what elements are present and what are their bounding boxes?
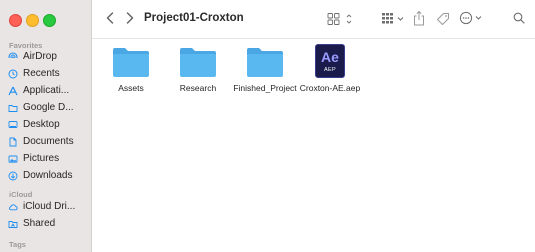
sidebar-section-icloud: iCloud	[9, 190, 33, 199]
document-icon	[8, 137, 18, 147]
view-mode-button[interactable]	[327, 11, 355, 27]
share-icon	[414, 10, 424, 26]
zoom-window-button[interactable]	[43, 14, 56, 27]
share-button[interactable]	[412, 9, 426, 27]
minimize-window-button[interactable]	[26, 14, 39, 27]
sidebar-item-desktop[interactable]: Desktop	[8, 117, 90, 132]
sidebar-item-label: Pictures	[23, 153, 60, 164]
sidebar-item-airdrop[interactable]: AirDrop	[8, 49, 90, 64]
sidebar-item-label: Google D...	[23, 102, 74, 113]
sidebar-item-downloads[interactable]: Downloads	[8, 168, 90, 183]
file-name: Croxton-AE.aep	[299, 83, 361, 93]
ae-extension: AEP	[324, 66, 336, 73]
sidebar: Favorites AirDrop Recents Applicati... G…	[0, 0, 92, 252]
sidebar-item-icloud-drive[interactable]: iCloud Dri...	[8, 199, 90, 214]
close-window-button[interactable]	[9, 14, 22, 27]
folder-icon	[247, 48, 283, 77]
after-effects-file-icon: Ae AEP	[315, 44, 345, 78]
sidebar-item-label: Applicati...	[23, 85, 70, 96]
sidebar-item-recents[interactable]: Recents	[8, 66, 90, 81]
cloud-icon	[8, 202, 18, 212]
shared-folder-icon	[8, 219, 18, 229]
folder-icon	[8, 103, 18, 113]
applications-icon	[8, 86, 18, 96]
file-name: Assets	[118, 83, 144, 93]
sidebar-item-applications[interactable]: Applicati...	[8, 83, 90, 98]
tag-button[interactable]	[435, 11, 451, 27]
airdrop-icon	[8, 51, 18, 62]
tag-icon	[437, 13, 449, 25]
sidebar-item-label: Desktop	[23, 119, 60, 130]
search-button[interactable]	[512, 11, 526, 25]
folder-icon	[180, 48, 216, 77]
clock-icon	[8, 69, 18, 79]
finder-window: Favorites AirDrop Recents Applicati... G…	[0, 0, 535, 252]
sidebar-item-pictures[interactable]: Pictures	[8, 151, 90, 166]
sidebar-item-label: Documents	[23, 136, 74, 147]
group-button[interactable]	[381, 11, 407, 27]
forward-button[interactable]	[124, 11, 136, 25]
sidebar-item-label: Recents	[23, 68, 60, 79]
file-item-assets[interactable]: Assets	[96, 46, 166, 93]
group-grid-icon	[382, 13, 404, 24]
sidebar-section-tags: Tags	[9, 240, 26, 249]
sidebar-item-label: iCloud Dri...	[23, 201, 76, 212]
pictures-icon	[8, 154, 18, 164]
download-icon	[8, 171, 18, 181]
search-icon	[513, 12, 525, 24]
sidebar-item-label: Shared	[23, 218, 56, 229]
icon-view-icon	[327, 13, 352, 25]
sidebar-item-google-drive[interactable]: Google D...	[8, 100, 90, 115]
window-title: Project01-Croxton	[144, 12, 244, 24]
folder-icon	[113, 48, 149, 77]
file-item-croxton-ae[interactable]: Ae AEP Croxton-AE.aep	[295, 44, 365, 93]
more-actions-button[interactable]	[459, 10, 485, 26]
file-item-research[interactable]: Research	[163, 46, 233, 93]
file-name: Finished_Project	[233, 83, 297, 93]
chevron-left-icon	[106, 12, 114, 24]
sidebar-item-label: AirDrop	[23, 51, 57, 62]
sidebar-item-documents[interactable]: Documents	[8, 134, 90, 149]
sidebar-item-label: Downloads	[23, 170, 73, 181]
toolbar: Project01-Croxton	[92, 0, 535, 39]
file-name: Research	[179, 83, 217, 93]
file-item-finished-project[interactable]: Finished_Project	[230, 46, 300, 93]
sidebar-item-shared[interactable]: Shared	[8, 216, 90, 231]
desktop-icon	[8, 120, 18, 130]
ellipsis-circle-icon	[459, 11, 482, 25]
file-browser: Assets Research Finished_Project Ae AEP …	[92, 39, 535, 252]
back-button[interactable]	[104, 11, 116, 25]
ae-logo: Ae	[321, 48, 339, 65]
chevron-right-icon	[126, 12, 134, 24]
